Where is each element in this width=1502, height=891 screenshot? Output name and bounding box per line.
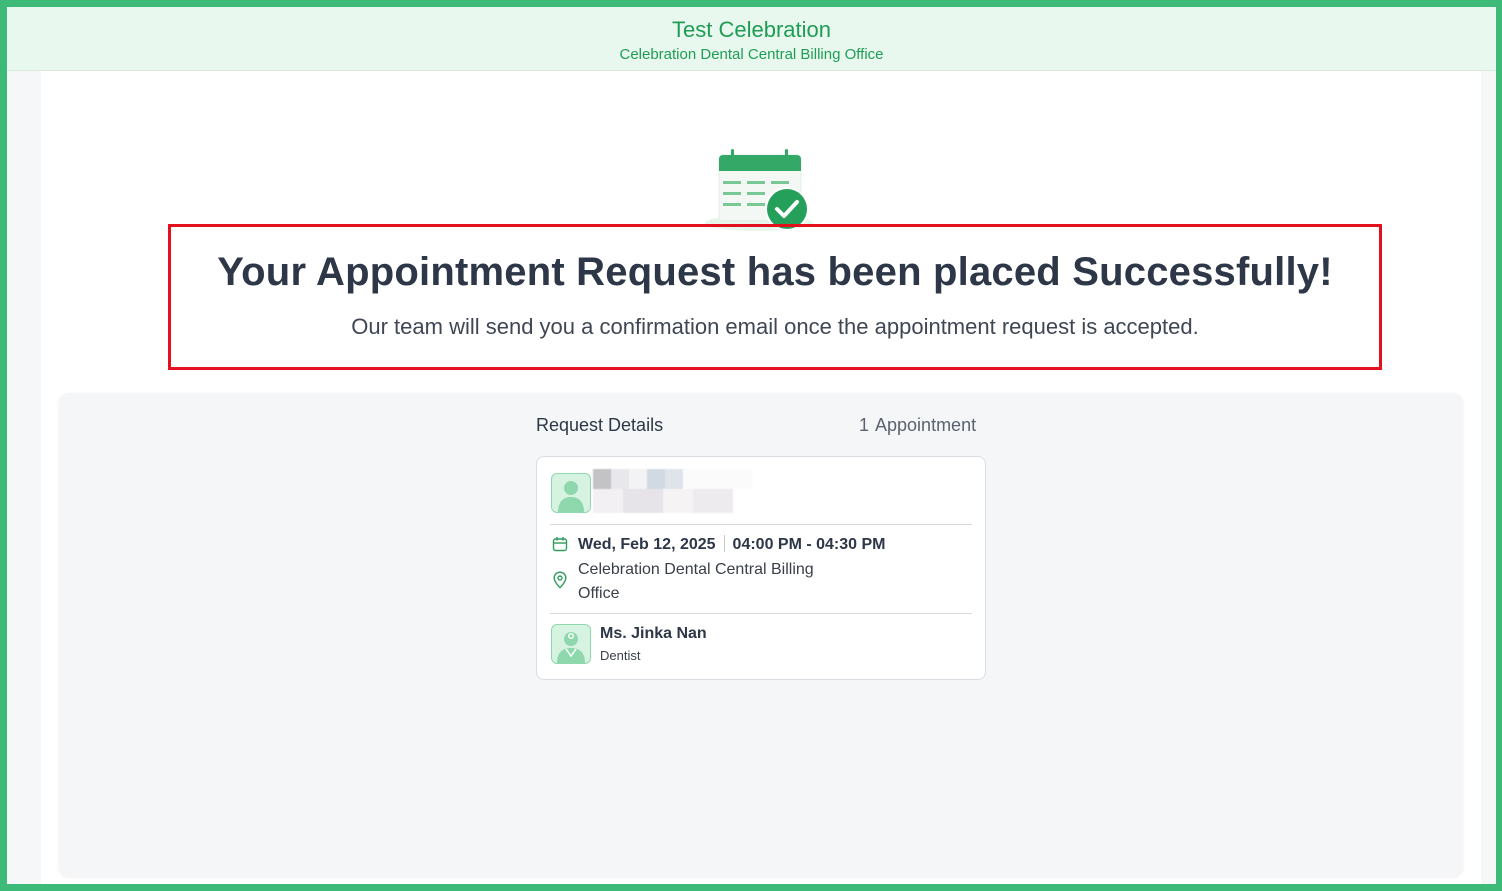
office-subtitle: Celebration Dental Central Billing Offic… (619, 46, 884, 63)
request-details-panel: Request Details 1 Appointment Wed, Feb 1… (59, 393, 1463, 876)
success-message: Our team will send you a confirmation em… (351, 314, 1199, 339)
app-frame: Test Celebration Celebration Dental Cent… (7, 7, 1496, 884)
appointment-count: 1 Appointment (859, 415, 976, 436)
location-pin-icon (553, 571, 567, 589)
success-headline: Your Appointment Request has been placed… (217, 250, 1333, 294)
appointment-datetime: Wed, Feb 12, 2025 04:00 PM - 04:30 PM (578, 535, 886, 554)
provider-role: Dentist (600, 648, 641, 663)
provider-name: Ms. Jinka Nan (600, 625, 707, 642)
appointment-location: Celebration Dental Central Billing Offic… (578, 561, 814, 602)
appointment-count-label: Appointment (875, 415, 977, 435)
dentist-avatar-icon (551, 624, 591, 664)
highlight-box (168, 224, 1382, 370)
request-details-title: Request Details (536, 415, 664, 435)
user-avatar-icon (551, 473, 591, 513)
appointment-card[interactable]: Wed, Feb 12, 2025 04:00 PM - 04:30 PM Cel… (536, 456, 986, 680)
header-bar: Test Celebration Celebration Dental Cent… (7, 7, 1496, 71)
datetime-separator (723, 535, 725, 552)
card-divider (550, 524, 972, 525)
confirmation-page: Your Appointment Request has been placed… (41, 71, 1481, 884)
practice-title: Test Celebration (672, 17, 831, 42)
appointment-date: Wed, Feb 12, 2025 (578, 536, 716, 553)
appointment-time: 04:00 PM - 04:30 PM (732, 536, 886, 553)
calendar-icon (552, 537, 568, 552)
patient-name-redacted (593, 469, 753, 513)
card-divider (550, 613, 972, 614)
calendar-check-icon (705, 149, 813, 231)
appointment-count-number: 1 (859, 415, 870, 435)
